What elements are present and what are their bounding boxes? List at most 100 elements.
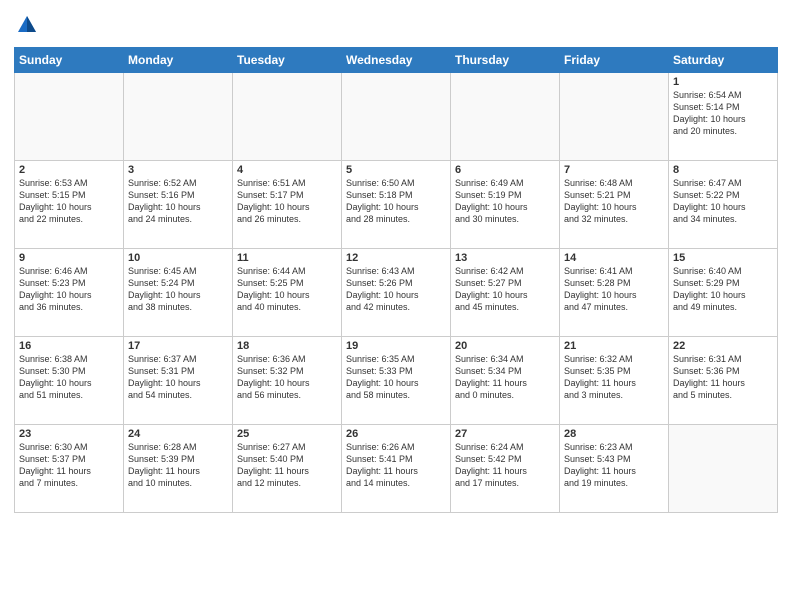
calendar-day-cell: 13Sunrise: 6:42 AM Sunset: 5:27 PM Dayli…: [451, 248, 560, 336]
calendar-day-header: Saturday: [669, 47, 778, 72]
calendar-day-cell: [233, 72, 342, 160]
calendar-day-header: Wednesday: [342, 47, 451, 72]
calendar-day-cell: 15Sunrise: 6:40 AM Sunset: 5:29 PM Dayli…: [669, 248, 778, 336]
day-number: 23: [19, 428, 119, 440]
day-number: 22: [673, 340, 773, 352]
day-info: Sunrise: 6:42 AM Sunset: 5:27 PM Dayligh…: [455, 265, 555, 314]
calendar-day-cell: 28Sunrise: 6:23 AM Sunset: 5:43 PM Dayli…: [560, 424, 669, 512]
calendar-day-cell: 8Sunrise: 6:47 AM Sunset: 5:22 PM Daylig…: [669, 160, 778, 248]
calendar-day-cell: 25Sunrise: 6:27 AM Sunset: 5:40 PM Dayli…: [233, 424, 342, 512]
day-number: 27: [455, 428, 555, 440]
calendar-header-row: SundayMondayTuesdayWednesdayThursdayFrid…: [15, 47, 778, 72]
day-info: Sunrise: 6:26 AM Sunset: 5:41 PM Dayligh…: [346, 441, 446, 490]
day-info: Sunrise: 6:46 AM Sunset: 5:23 PM Dayligh…: [19, 265, 119, 314]
day-info: Sunrise: 6:50 AM Sunset: 5:18 PM Dayligh…: [346, 177, 446, 226]
day-number: 2: [19, 164, 119, 176]
day-number: 24: [128, 428, 228, 440]
calendar-day-cell: [451, 72, 560, 160]
calendar-day-cell: 22Sunrise: 6:31 AM Sunset: 5:36 PM Dayli…: [669, 336, 778, 424]
day-info: Sunrise: 6:47 AM Sunset: 5:22 PM Dayligh…: [673, 177, 773, 226]
day-number: 4: [237, 164, 337, 176]
calendar-week-row: 2Sunrise: 6:53 AM Sunset: 5:15 PM Daylig…: [15, 160, 778, 248]
day-number: 15: [673, 252, 773, 264]
day-info: Sunrise: 6:23 AM Sunset: 5:43 PM Dayligh…: [564, 441, 664, 490]
header: [14, 10, 778, 41]
day-info: Sunrise: 6:51 AM Sunset: 5:17 PM Dayligh…: [237, 177, 337, 226]
calendar-day-cell: 5Sunrise: 6:50 AM Sunset: 5:18 PM Daylig…: [342, 160, 451, 248]
day-info: Sunrise: 6:54 AM Sunset: 5:14 PM Dayligh…: [673, 89, 773, 138]
calendar-day-cell: 20Sunrise: 6:34 AM Sunset: 5:34 PM Dayli…: [451, 336, 560, 424]
day-info: Sunrise: 6:30 AM Sunset: 5:37 PM Dayligh…: [19, 441, 119, 490]
calendar-day-cell: 12Sunrise: 6:43 AM Sunset: 5:26 PM Dayli…: [342, 248, 451, 336]
day-info: Sunrise: 6:24 AM Sunset: 5:42 PM Dayligh…: [455, 441, 555, 490]
day-number: 7: [564, 164, 664, 176]
day-number: 14: [564, 252, 664, 264]
day-info: Sunrise: 6:27 AM Sunset: 5:40 PM Dayligh…: [237, 441, 337, 490]
day-info: Sunrise: 6:35 AM Sunset: 5:33 PM Dayligh…: [346, 353, 446, 402]
day-info: Sunrise: 6:45 AM Sunset: 5:24 PM Dayligh…: [128, 265, 228, 314]
calendar-week-row: 1Sunrise: 6:54 AM Sunset: 5:14 PM Daylig…: [15, 72, 778, 160]
day-number: 18: [237, 340, 337, 352]
calendar-week-row: 9Sunrise: 6:46 AM Sunset: 5:23 PM Daylig…: [15, 248, 778, 336]
calendar-day-cell: 24Sunrise: 6:28 AM Sunset: 5:39 PM Dayli…: [124, 424, 233, 512]
calendar-day-cell: 10Sunrise: 6:45 AM Sunset: 5:24 PM Dayli…: [124, 248, 233, 336]
day-number: 17: [128, 340, 228, 352]
calendar-day-cell: 26Sunrise: 6:26 AM Sunset: 5:41 PM Dayli…: [342, 424, 451, 512]
calendar-day-cell: 17Sunrise: 6:37 AM Sunset: 5:31 PM Dayli…: [124, 336, 233, 424]
day-info: Sunrise: 6:49 AM Sunset: 5:19 PM Dayligh…: [455, 177, 555, 226]
day-number: 8: [673, 164, 773, 176]
day-info: Sunrise: 6:53 AM Sunset: 5:15 PM Dayligh…: [19, 177, 119, 226]
day-number: 12: [346, 252, 446, 264]
day-info: Sunrise: 6:48 AM Sunset: 5:21 PM Dayligh…: [564, 177, 664, 226]
day-number: 26: [346, 428, 446, 440]
day-info: Sunrise: 6:52 AM Sunset: 5:16 PM Dayligh…: [128, 177, 228, 226]
page-container: SundayMondayTuesdayWednesdayThursdayFrid…: [0, 0, 792, 519]
day-number: 9: [19, 252, 119, 264]
calendar-day-cell: 14Sunrise: 6:41 AM Sunset: 5:28 PM Dayli…: [560, 248, 669, 336]
calendar-day-cell: [342, 72, 451, 160]
calendar-day-cell: 9Sunrise: 6:46 AM Sunset: 5:23 PM Daylig…: [15, 248, 124, 336]
calendar-day-cell: 18Sunrise: 6:36 AM Sunset: 5:32 PM Dayli…: [233, 336, 342, 424]
day-number: 1: [673, 76, 773, 88]
calendar-day-header: Tuesday: [233, 47, 342, 72]
calendar-day-cell: 7Sunrise: 6:48 AM Sunset: 5:21 PM Daylig…: [560, 160, 669, 248]
calendar-day-cell: 19Sunrise: 6:35 AM Sunset: 5:33 PM Dayli…: [342, 336, 451, 424]
calendar-week-row: 16Sunrise: 6:38 AM Sunset: 5:30 PM Dayli…: [15, 336, 778, 424]
day-number: 5: [346, 164, 446, 176]
calendar-day-cell: [15, 72, 124, 160]
day-info: Sunrise: 6:41 AM Sunset: 5:28 PM Dayligh…: [564, 265, 664, 314]
day-number: 21: [564, 340, 664, 352]
day-number: 6: [455, 164, 555, 176]
day-info: Sunrise: 6:40 AM Sunset: 5:29 PM Dayligh…: [673, 265, 773, 314]
calendar-day-header: Friday: [560, 47, 669, 72]
calendar-day-cell: [124, 72, 233, 160]
calendar-day-cell: 4Sunrise: 6:51 AM Sunset: 5:17 PM Daylig…: [233, 160, 342, 248]
calendar-day-cell: 6Sunrise: 6:49 AM Sunset: 5:19 PM Daylig…: [451, 160, 560, 248]
day-info: Sunrise: 6:34 AM Sunset: 5:34 PM Dayligh…: [455, 353, 555, 402]
day-info: Sunrise: 6:28 AM Sunset: 5:39 PM Dayligh…: [128, 441, 228, 490]
day-number: 20: [455, 340, 555, 352]
day-number: 28: [564, 428, 664, 440]
calendar-day-header: Thursday: [451, 47, 560, 72]
day-number: 19: [346, 340, 446, 352]
calendar-day-cell: 23Sunrise: 6:30 AM Sunset: 5:37 PM Dayli…: [15, 424, 124, 512]
calendar-table: SundayMondayTuesdayWednesdayThursdayFrid…: [14, 47, 778, 513]
day-info: Sunrise: 6:44 AM Sunset: 5:25 PM Dayligh…: [237, 265, 337, 314]
day-info: Sunrise: 6:32 AM Sunset: 5:35 PM Dayligh…: [564, 353, 664, 402]
day-number: 25: [237, 428, 337, 440]
day-number: 13: [455, 252, 555, 264]
calendar-day-cell: [669, 424, 778, 512]
calendar-day-cell: 2Sunrise: 6:53 AM Sunset: 5:15 PM Daylig…: [15, 160, 124, 248]
logo-icon: [16, 14, 38, 36]
day-number: 16: [19, 340, 119, 352]
calendar-day-cell: 1Sunrise: 6:54 AM Sunset: 5:14 PM Daylig…: [669, 72, 778, 160]
calendar-week-row: 23Sunrise: 6:30 AM Sunset: 5:37 PM Dayli…: [15, 424, 778, 512]
logo: [14, 14, 38, 41]
day-number: 3: [128, 164, 228, 176]
day-number: 11: [237, 252, 337, 264]
calendar-day-cell: 3Sunrise: 6:52 AM Sunset: 5:16 PM Daylig…: [124, 160, 233, 248]
calendar-day-cell: 27Sunrise: 6:24 AM Sunset: 5:42 PM Dayli…: [451, 424, 560, 512]
calendar-day-cell: 11Sunrise: 6:44 AM Sunset: 5:25 PM Dayli…: [233, 248, 342, 336]
day-info: Sunrise: 6:43 AM Sunset: 5:26 PM Dayligh…: [346, 265, 446, 314]
day-info: Sunrise: 6:38 AM Sunset: 5:30 PM Dayligh…: [19, 353, 119, 402]
